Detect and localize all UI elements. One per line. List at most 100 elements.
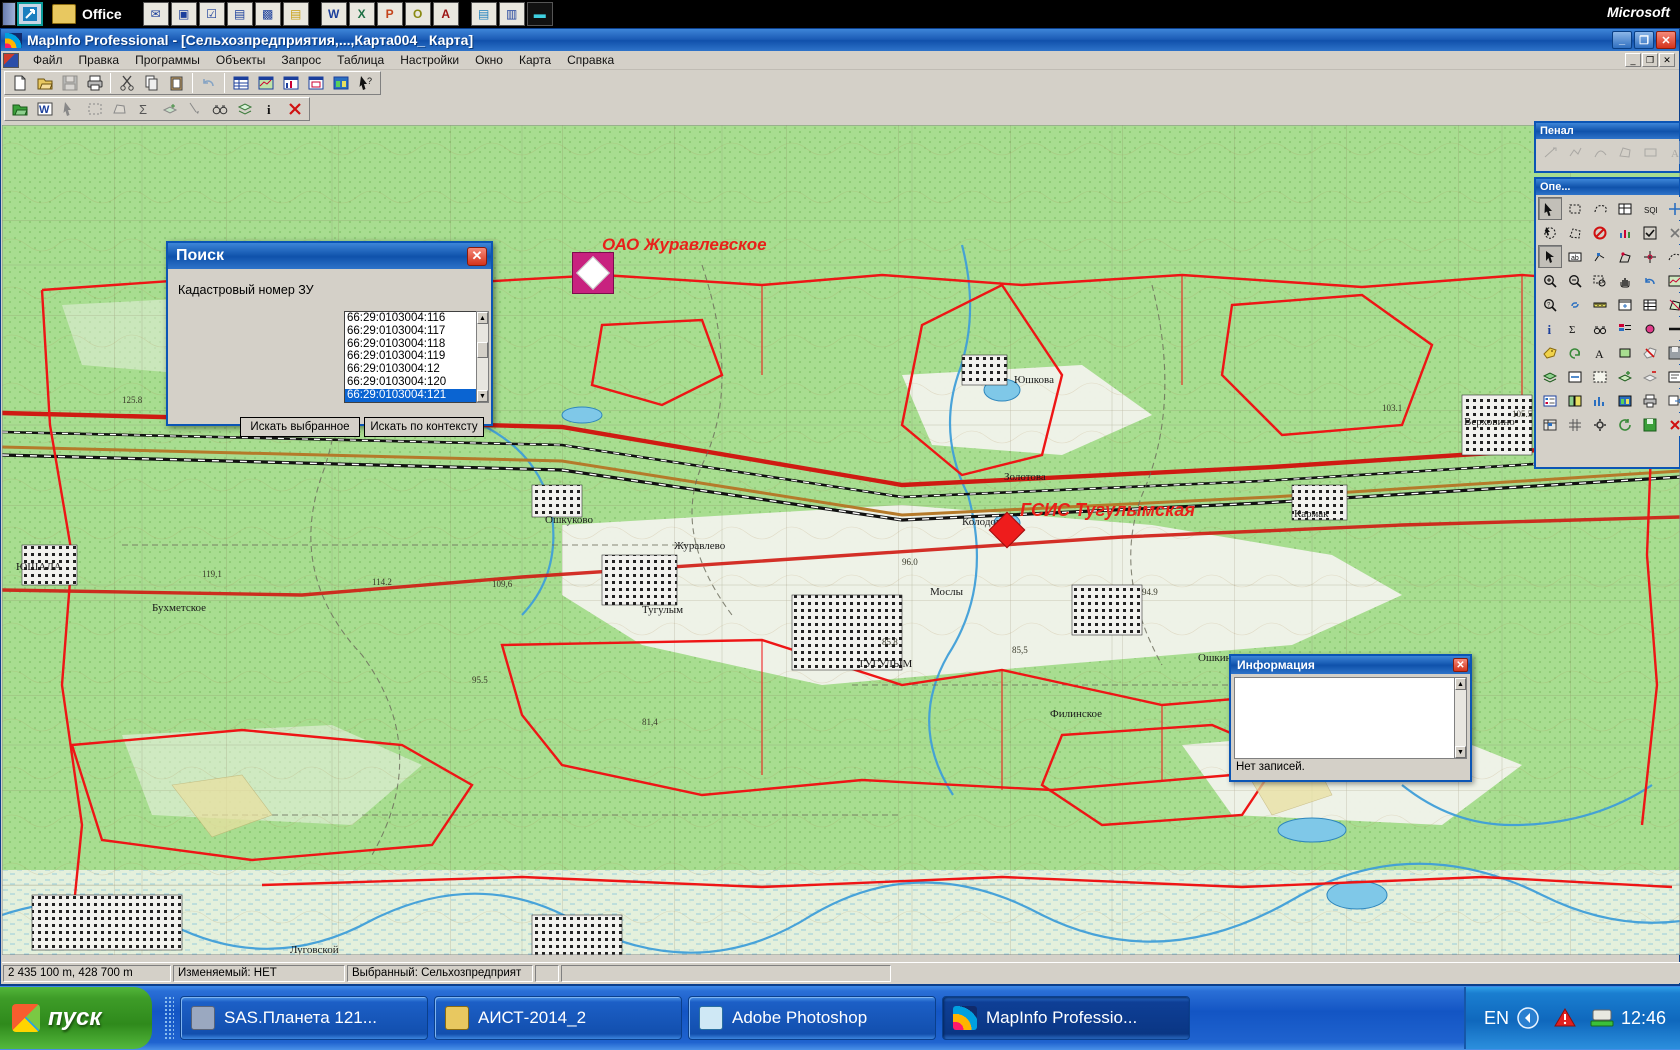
- scroll-up-arrow-icon[interactable]: ▲: [1455, 678, 1466, 690]
- map-options-button[interactable]: [1588, 413, 1612, 436]
- rotate-labels-button[interactable]: [1563, 341, 1587, 364]
- export-map-button[interactable]: [1663, 389, 1680, 412]
- statistics-button[interactable]: Σ: [1563, 317, 1587, 340]
- office-app-powerpoint[interactable]: P: [376, 2, 403, 26]
- list-item[interactable]: 66:29:0103004:118: [345, 338, 476, 351]
- find-button[interactable]: [208, 98, 231, 120]
- status-selected[interactable]: Выбранный: Сельхозпредприят: [347, 964, 533, 982]
- previous-view-button[interactable]: [1638, 269, 1662, 292]
- new-grapher-button[interactable]: [279, 72, 302, 94]
- taskbar-item-aist[interactable]: АИСТ-2014_2: [434, 996, 682, 1040]
- legend-list-button[interactable]: [1538, 389, 1562, 412]
- autotrace-button[interactable]: [1663, 245, 1680, 268]
- radius-select-button[interactable]: [1538, 221, 1562, 244]
- new-layer-button[interactable]: [1613, 365, 1637, 388]
- view-entire-layer-button[interactable]: [1663, 269, 1680, 292]
- information-content-area[interactable]: [1234, 677, 1457, 759]
- new-table-button[interactable]: [8, 72, 31, 94]
- boundary-select-button[interactable]: [1563, 221, 1587, 244]
- tray-warning-icon[interactable]: [1554, 1007, 1576, 1029]
- marquee-select-button[interactable]: [1563, 197, 1587, 220]
- text-label-button[interactable]: ab: [1563, 245, 1587, 268]
- list-item[interactable]: 66:29:0103004:116: [345, 312, 476, 325]
- workspace-save-button[interactable]: [1638, 413, 1662, 436]
- layer-properties-button[interactable]: [1663, 365, 1680, 388]
- office-extra-open-office-doc[interactable]: ▥: [498, 2, 525, 26]
- office-shortcut-journal[interactable]: ▩: [254, 2, 281, 26]
- print-map-button[interactable]: [1638, 389, 1662, 412]
- window-close-button[interactable]: ✕: [1656, 31, 1676, 49]
- clear-selection-button[interactable]: [283, 98, 306, 120]
- menu-objects[interactable]: Объекты: [208, 51, 274, 69]
- tray-language-indicator[interactable]: EN: [1484, 1008, 1509, 1029]
- menu-file[interactable]: Файл: [25, 51, 71, 69]
- clip-region-button[interactable]: [1663, 293, 1680, 316]
- sum-button[interactable]: Σ: [133, 98, 156, 120]
- draw-arc-button[interactable]: [1588, 141, 1612, 164]
- operations-toolbar[interactable]: Опе... SQL: [1534, 177, 1680, 469]
- help-pointer-button[interactable]: ?: [354, 72, 377, 94]
- district-browser-button[interactable]: [1538, 413, 1562, 436]
- node-edit-button[interactable]: [1588, 245, 1612, 268]
- menu-table[interactable]: Таблица: [329, 51, 392, 69]
- menu-edit[interactable]: Правка: [71, 51, 128, 69]
- list-item-selected[interactable]: 66:29:0103004:121: [345, 388, 476, 402]
- zoom-window-button[interactable]: [1588, 269, 1612, 292]
- ruler-button[interactable]: [1588, 293, 1612, 316]
- new-redistrict-button[interactable]: [329, 72, 352, 94]
- draw-text-button[interactable]: A: [1663, 141, 1680, 164]
- redistrict-tool-button[interactable]: [1613, 389, 1637, 412]
- office-extra-new-office-doc[interactable]: ▤: [470, 2, 497, 26]
- menu-programs[interactable]: Программы: [127, 51, 208, 69]
- search-dialog-close-button[interactable]: ✕: [467, 246, 487, 266]
- marquee-select-button[interactable]: [83, 98, 106, 120]
- layer-control-button[interactable]: [233, 98, 256, 120]
- layers-stack-button[interactable]: [1538, 365, 1562, 388]
- office-shortcut-contacts[interactable]: ▤: [226, 2, 253, 26]
- info-button[interactable]: i: [258, 98, 281, 120]
- list-item[interactable]: 66:29:0103004:120: [345, 376, 476, 389]
- grid-info-button[interactable]: [1638, 293, 1662, 316]
- scroll-up-arrow-icon[interactable]: ▲: [477, 312, 488, 324]
- window-titlebar[interactable]: MapInfo Professional - [Сельхозпредприят…: [1, 29, 1679, 51]
- open-workspace-button[interactable]: [8, 98, 31, 120]
- table-select-button[interactable]: [1613, 197, 1637, 220]
- list-item[interactable]: 66:29:0103004:117: [345, 325, 476, 338]
- search-selected-button[interactable]: Искать выбранное: [240, 417, 360, 437]
- thematic-map-button[interactable]: [1563, 389, 1587, 412]
- polygon-select-button[interactable]: [108, 98, 131, 120]
- menu-query[interactable]: Запрос: [273, 51, 329, 69]
- copy-button[interactable]: [140, 72, 163, 94]
- mdi-document-icon[interactable]: [3, 52, 19, 68]
- sql-select-button[interactable]: SQL: [1638, 197, 1662, 220]
- information-dialog[interactable]: Информация ✕ ▲ ▼ Нет записей.: [1229, 654, 1472, 782]
- search-dialog[interactable]: Поиск ✕ Кадастровый номер ЗУ 66:29:01030…: [166, 241, 493, 437]
- refresh-map-button[interactable]: [1613, 413, 1637, 436]
- menu-settings[interactable]: Настройки: [392, 51, 467, 69]
- office-bar-grip[interactable]: [2, 2, 16, 26]
- reshape-button[interactable]: [1613, 245, 1637, 268]
- information-dialog-close-button[interactable]: ✕: [1453, 658, 1468, 672]
- mdi-close-button[interactable]: ✕: [1659, 53, 1675, 67]
- hotlink-button[interactable]: [1563, 293, 1587, 316]
- paste-button[interactable]: [165, 72, 188, 94]
- draw-line-button[interactable]: [1538, 141, 1562, 164]
- unselect-all-button[interactable]: [1588, 221, 1612, 244]
- run-mapbasic-button[interactable]: W: [33, 98, 56, 120]
- draw-rectangle-button[interactable]: [1638, 141, 1662, 164]
- draw-polyline-button[interactable]: [1563, 141, 1587, 164]
- search-dialog-titlebar[interactable]: Поиск ✕: [168, 243, 491, 269]
- lasso-select-button[interactable]: [1588, 197, 1612, 220]
- office-extra-desktop[interactable]: ▬: [526, 2, 553, 26]
- region-style-button[interactable]: [1613, 341, 1637, 364]
- tray-volume-icon[interactable]: [1516, 1006, 1540, 1030]
- new-layout-button[interactable]: [304, 72, 327, 94]
- info-tool-button[interactable]: i: [1538, 317, 1562, 340]
- street-find-button[interactable]: [1588, 317, 1612, 340]
- cosmetic-layer-button[interactable]: [1588, 365, 1612, 388]
- drag-map-window-button[interactable]: [1613, 293, 1637, 316]
- close-map-button[interactable]: [1663, 413, 1680, 436]
- undo-button[interactable]: [197, 72, 220, 94]
- new-browser-button[interactable]: [229, 72, 252, 94]
- pointer-select-button[interactable]: [1538, 245, 1562, 268]
